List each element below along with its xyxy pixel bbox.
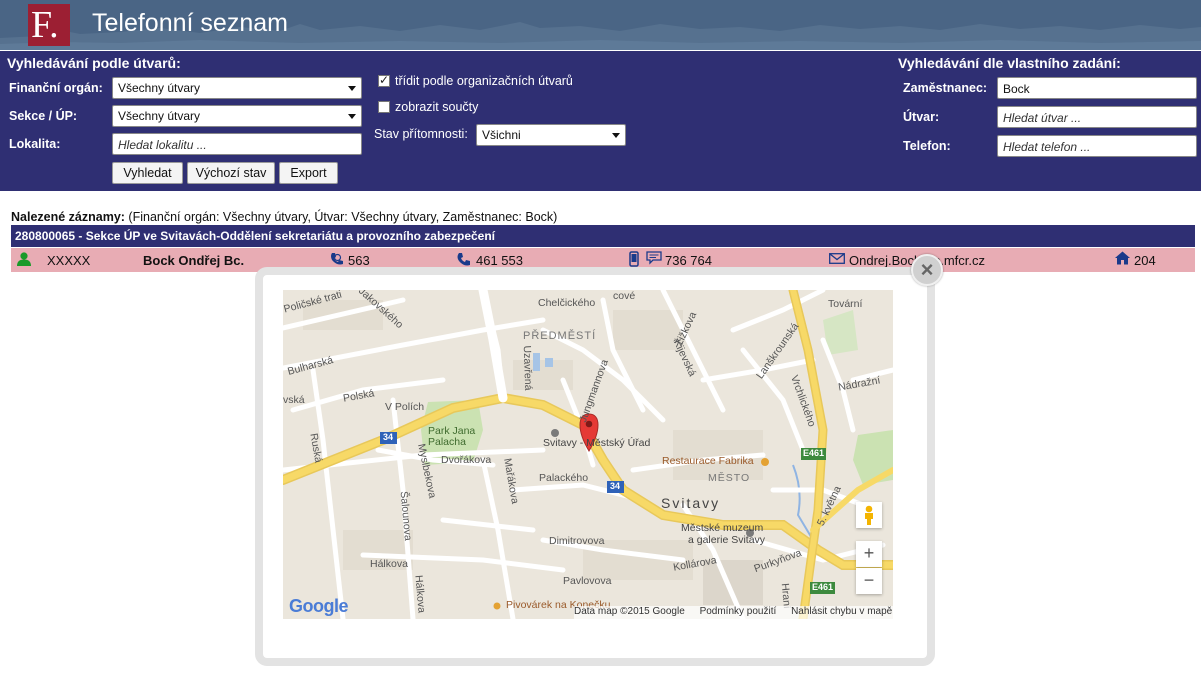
map-label: Park Jana Palacha	[428, 425, 476, 448]
sort-checkbox-label[interactable]: třídit podle organizačních útvarů	[395, 74, 573, 88]
search-custom-title: Vyhledávání dle vlastního zadání:	[898, 55, 1121, 71]
street-view-pegman-icon[interactable]	[856, 502, 882, 528]
map-label: Palackého	[539, 472, 589, 484]
phone-input[interactable]: Hledat telefon ...	[997, 135, 1197, 157]
road-shield-34: 34	[610, 481, 621, 491]
mobile-icon	[629, 251, 639, 267]
found-filter: (Finanční orgán: Všechny útvary, Útvar: …	[128, 210, 558, 224]
map-terms-link[interactable]: Podmínky použití	[700, 606, 777, 617]
map-label: cové	[613, 290, 636, 302]
logo[interactable]: F.	[28, 4, 70, 46]
room-number: 204	[1134, 253, 1156, 268]
app-title: Telefonní seznam	[92, 9, 288, 37]
chevron-down-icon	[612, 133, 620, 138]
presence-label: Stav přítomnosti:	[374, 127, 468, 141]
map-data-credit: Data map ©2015 Google	[574, 606, 685, 617]
map-attribution: Data map ©2015 Google Podmínky použití N…	[574, 606, 905, 619]
employee-label: Zaměstnanec:	[903, 81, 988, 95]
internal-number: 563	[348, 253, 370, 268]
map-view[interactable]: Poličské trati Jakovského Chelčického co…	[283, 290, 893, 619]
map-label: Tovární	[828, 298, 863, 310]
map-marker-label: Svitavy - Městský Úřad	[543, 437, 651, 449]
internal-phone-icon	[331, 253, 343, 265]
sort-checkbox[interactable]	[378, 73, 390, 87]
totals-checkbox[interactable]	[378, 101, 390, 113]
lokalita-input[interactable]: Hledat lokalitu ...	[112, 133, 362, 155]
presence-value: Všichni	[482, 128, 521, 142]
sekce-value: Všechny útvary	[118, 109, 201, 123]
map-label: Svitavy	[661, 495, 721, 511]
found-label: Nalezené záznamy:	[11, 210, 125, 224]
map-label: Městské muzeum	[681, 522, 764, 534]
chevron-down-icon	[348, 114, 356, 119]
employee-input[interactable]: Bock	[997, 77, 1197, 99]
map-label: PŘEDMĚSTÍ	[523, 330, 597, 342]
export-button[interactable]: Export	[279, 162, 338, 184]
sms-icon	[646, 251, 662, 265]
totals-checkbox-label[interactable]: zobrazit součty	[395, 100, 478, 114]
search-units-title: Vyhledávání podle útvarů:	[7, 55, 181, 71]
map-label: Chelčického	[538, 297, 596, 309]
presence-select[interactable]: Všichni	[476, 124, 626, 146]
unit-label: Útvar:	[903, 110, 940, 124]
phone-label: Telefon:	[903, 139, 951, 153]
map-label: Pavlovova	[563, 575, 612, 587]
map-report-link[interactable]: Nahlásit chybu v mapě	[791, 606, 892, 617]
home-icon	[1115, 251, 1130, 265]
unit-input[interactable]: Hledat útvar ...	[997, 106, 1197, 128]
sekce-select[interactable]: Všechny útvary	[112, 105, 362, 127]
map-label: vská	[283, 394, 305, 406]
map-label: a galerie Svitavy	[688, 534, 766, 546]
reset-button[interactable]: Výchozí stav	[187, 162, 275, 184]
phone-number: 461 553	[476, 253, 523, 268]
search-panel: Vyhledávání podle útvarů: Finanční orgán…	[0, 51, 1201, 191]
map-label: MĚSTO	[708, 472, 751, 484]
search-button[interactable]: Vyhledat	[112, 162, 183, 184]
google-logo[interactable]: Google	[289, 596, 349, 617]
phone-icon	[457, 253, 470, 266]
lokalita-label: Lokalita:	[9, 137, 61, 151]
map-label: Hálkova	[370, 558, 408, 570]
map-label: Dimitrovova	[549, 535, 605, 547]
header-bar: F. Telefonní seznam	[0, 0, 1201, 50]
financni-organ-value: Všechny útvary	[118, 81, 201, 95]
financni-organ-select[interactable]: Všechny útvary	[112, 77, 362, 99]
record-id: XXXXX	[47, 253, 91, 268]
group-title-bar: 280800065 - Sekce ÚP ve Svitavách-Odděle…	[11, 225, 1195, 247]
zoom-in-button[interactable]: +	[856, 541, 882, 567]
phonebook-app: F. Telefonní seznam Vyhledávání podle út…	[0, 0, 1201, 678]
road-shield-e461: E461	[803, 448, 825, 458]
person-icon	[17, 252, 31, 266]
road-shield-34: 34	[383, 432, 394, 442]
map-label: V Polích	[385, 401, 425, 413]
map-label: Uzavřená	[520, 345, 535, 391]
sekce-label: Sekce / ÚP:	[9, 109, 78, 123]
record-name[interactable]: Bock Ondřej Bc.	[143, 253, 244, 268]
mobile-number: 736 764	[665, 253, 712, 268]
close-button[interactable]: ×	[911, 254, 943, 286]
zoom-out-button[interactable]: −	[856, 568, 882, 594]
email-icon	[829, 253, 845, 264]
map-label: Dvořákova	[441, 454, 492, 466]
found-records: Nalezené záznamy: (Finanční orgán: Všech…	[11, 210, 557, 224]
chevron-down-icon	[348, 86, 356, 91]
road-shield-e461: E461	[812, 582, 834, 592]
financni-organ-label: Finanční orgán:	[9, 81, 103, 95]
map-label: Restaurace Fabrika	[662, 455, 754, 467]
